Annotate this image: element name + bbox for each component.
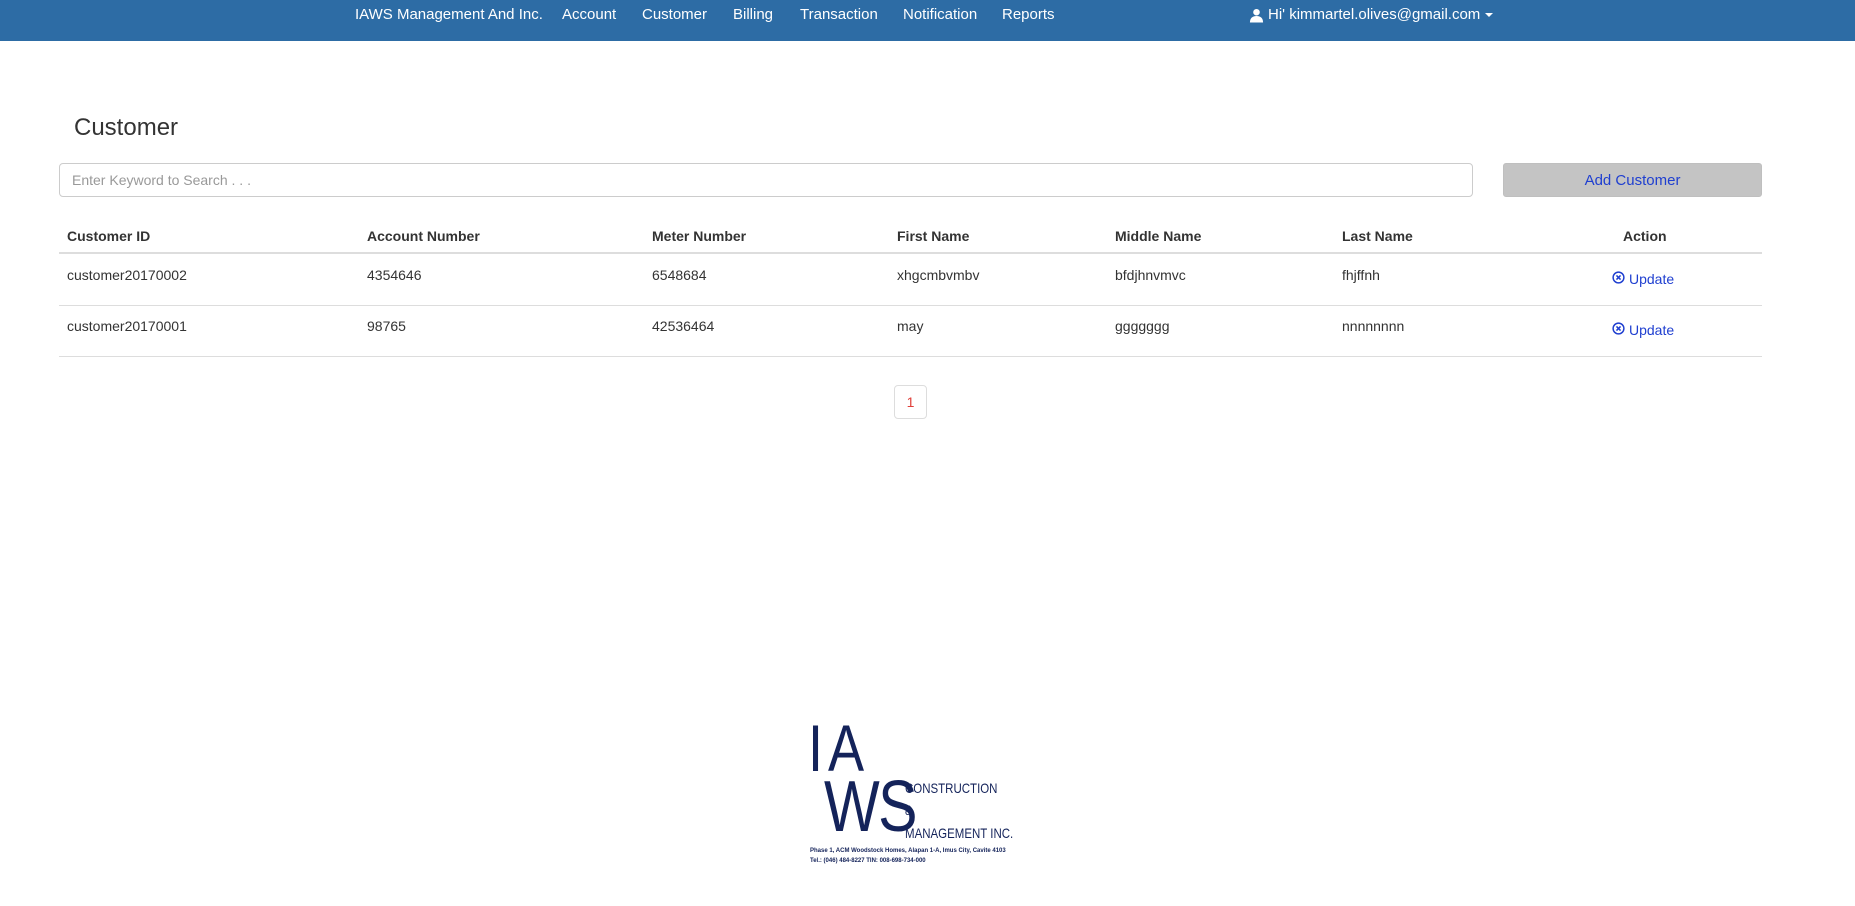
page-title: Customer [74,114,179,141]
cell-first-name: xhgcmbvmbv [897,267,980,283]
cell-first-name: may [897,318,924,334]
cell-middle-name: bfdjhnvmvc [1115,267,1186,283]
cell-last-name: nnnnnnnn [1342,318,1405,334]
cell-meter-number: 42536464 [652,318,715,334]
update-label: Update [1629,322,1675,338]
nav-item-transaction[interactable]: Transaction [800,0,878,30]
nav-item-customer[interactable]: Customer [642,0,707,30]
company-logo: IA WS CONSTRUCTION & MANAGEMENT INC. Pha… [808,715,1023,871]
cell-account-number: 4354646 [367,267,422,283]
user-greeting: Hi' kimmartel.olives@gmail.com [1268,6,1481,23]
column-header-middle-name: Middle Name [1115,228,1202,244]
cell-customer-id: customer20170001 [67,318,187,334]
brand-link[interactable]: IAWS Management And Inc. [355,0,543,30]
chevron-down-icon [1485,13,1494,17]
column-header-customer-id: Customer ID [67,228,151,244]
logo-text-ws: WS [824,767,917,847]
column-header-action: Action [1623,228,1667,244]
logo-address: Phase 1, ACM Woodstock Homes, Alapan 1-A… [810,848,1006,854]
update-label: Update [1629,271,1675,287]
top-navbar: IAWS Management And Inc. Account Custome… [0,0,1855,41]
column-header-first-name: First Name [897,228,970,244]
table-row: customer20170001 98765 42536464 may gggg… [59,306,1762,357]
column-header-account-number: Account Number [367,228,480,244]
update-link[interactable]: Update [1612,322,1674,338]
update-link[interactable]: Update [1612,271,1674,287]
table-header: Customer ID Account Number Meter Number … [59,218,1762,254]
nav-item-reports[interactable]: Reports [1002,0,1055,30]
logo-line-management: MANAGEMENT INC. [905,825,1014,841]
circle-x-icon [1612,271,1629,287]
logo-tel: Tel.: (046) 484-8227 TIN: 008-698-734-00… [810,858,926,864]
cell-meter-number: 6548684 [652,267,707,283]
logo-line-construction: CONSTRUCTION [905,780,998,796]
column-header-last-name: Last Name [1342,228,1413,244]
add-customer-button[interactable]: Add Customer [1503,163,1762,197]
search-input[interactable] [59,163,1473,197]
nav-item-billing[interactable]: Billing [733,0,773,30]
cell-last-name: fhjffnh [1342,267,1380,283]
cell-middle-name: ggggggg [1115,318,1170,334]
column-header-meter-number: Meter Number [652,228,747,244]
nav-item-notification[interactable]: Notification [903,0,977,30]
logo-line-ampersand: & [905,802,913,818]
circle-x-icon [1612,322,1629,338]
user-menu[interactable]: Hi' kimmartel.olives@gmail.com [1249,0,1494,30]
pagination-page-1[interactable]: 1 [894,385,927,419]
cell-account-number: 98765 [367,318,406,334]
nav-item-account[interactable]: Account [562,0,616,30]
table-row: customer20170002 4354646 6548684 xhgcmbv… [59,255,1762,306]
user-icon [1249,8,1264,23]
cell-customer-id: customer20170002 [67,267,187,283]
